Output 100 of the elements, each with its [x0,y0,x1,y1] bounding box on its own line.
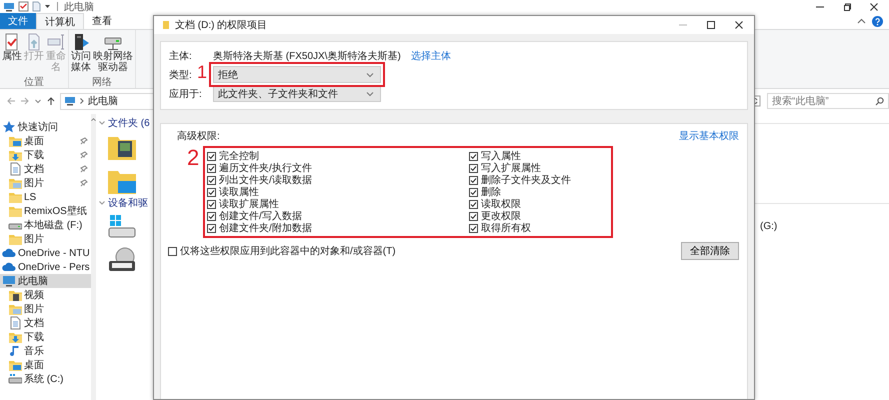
chevron-up-icon[interactable] [857,17,866,25]
checkbox-label: 创建文件/写入数据 [219,210,302,222]
ribbon-tab[interactable]: 文件 [0,13,36,29]
restore-icon[interactable] [842,2,852,12]
help-icon[interactable] [872,16,883,26]
field-label: 类型: [169,68,192,82]
select-principal-link[interactable]: 选择主体 [410,48,451,62]
checkbox[interactable] [469,188,478,196]
video-folder-icon [8,288,22,302]
checkbox[interactable] [469,152,478,160]
checkbox-label: 完全控制 [219,150,259,162]
star-icon [2,120,16,134]
chevron-down-icon[interactable] [98,119,106,127]
sidebar-item[interactable]: 音乐 [0,344,91,358]
show-basic-link[interactable]: 显示基本权限 [679,129,739,143]
computer-icon [3,2,15,12]
ribbon-button[interactable]: 访问媒体 [70,30,92,75]
scrollbar[interactable] [91,114,96,400]
folder-icon [162,20,170,30]
sidebar-item[interactable]: OneDrive - Pers [0,260,91,274]
ribbon-tab[interactable]: 查看 [84,13,120,29]
search-field[interactable]: 搜索“此电脑” [767,93,889,109]
rename-icon [47,33,65,51]
sidebar-item[interactable]: 本地磁盘 (F:) [0,218,91,232]
field-label: 应用于: [169,88,202,100]
checkmark-document-icon[interactable] [18,1,29,12]
sidebar-item[interactable]: OneDrive - NTU [0,246,91,260]
sidebar-item[interactable]: 图片 [0,232,91,246]
section-label: 高级权限: [177,130,220,143]
maximize-icon[interactable] [706,20,716,30]
group-header[interactable]: 设备和驱 [108,196,148,210]
group-label: 网络 [91,76,113,88]
checkbox[interactable] [469,200,478,208]
pin-icon[interactable] [80,151,88,159]
sidebar-item[interactable]: 图片 [0,176,91,190]
checkbox-label: 读取属性 [219,186,259,198]
chevron-down-icon[interactable] [98,199,106,207]
clear-all-button[interactable]: 全部清除 [681,242,739,260]
chevron-up-icon[interactable] [91,117,96,122]
pin-icon[interactable] [80,137,88,145]
sidebar-item[interactable]: RemixOS壁纸 [0,204,91,218]
checkbox-label: 取得所有权 [481,222,531,235]
ribbon-button[interactable]: 属性 [1,30,23,75]
group-label: 位置 [23,76,45,88]
dialog-title: 文档 (D:) 的权限项目 [175,18,268,32]
group-header[interactable]: 文件夹 (6 [108,116,150,130]
checkbox-label: 写入扩展属性 [481,162,541,174]
checkbox[interactable] [469,164,478,172]
sidebar-item[interactable]: 下载 [0,330,91,344]
sidebar-item[interactable]: 快速访问 [0,120,91,134]
sidebar-item[interactable]: 此电脑 [0,274,91,288]
close-icon[interactable] [734,20,744,30]
checkbox[interactable] [207,212,216,220]
document-icon [8,162,22,176]
download-folder-icon [8,148,22,162]
checkbox[interactable] [207,200,216,208]
checkbox[interactable] [207,188,216,196]
checkbox-label: 创建文件夹/附加数据 [219,222,312,235]
sidebar-item[interactable]: 下载 [0,148,91,162]
folder-icon [8,190,22,204]
folder-icon [8,232,22,246]
up-arrow-icon[interactable] [46,96,56,106]
sidebar-item[interactable]: 视频 [0,288,91,302]
checkbox[interactable] [207,164,216,172]
desktop-folder-icon [8,134,22,148]
chevron-down-icon [366,72,374,78]
picture-folder-icon [8,302,22,316]
checkbox-label: 遍历文件夹/执行文件 [219,162,312,174]
document-icon [8,316,22,330]
checkbox-label: 写入属性 [481,150,521,162]
sidebar-item[interactable]: 系统 (C:) [0,372,91,386]
checkbox-label: 删除 [481,186,501,198]
checkbox-label: 仅将这些权限应用到此容器中的对象和/或容器(T) [180,244,396,258]
checkbox-label: 读取扩展属性 [219,198,279,210]
dropdown[interactable]: 拒绝 [213,66,381,83]
checkbox[interactable] [469,176,478,184]
sidebar-item[interactable]: 桌面 [0,358,91,372]
system-drive-icon [8,372,22,386]
sidebar-item[interactable]: 桌面 [0,134,91,148]
sidebar-item[interactable]: 图片 [0,302,91,316]
sidebar-item[interactable]: LS [0,190,91,204]
sidebar-item[interactable]: 文档 [0,316,91,330]
pin-icon[interactable] [80,165,88,173]
ribbon-button[interactable]: 映射网络驱动器 [92,30,134,75]
principal-name: 奥斯特洛夫斯基 (FX50JX\奥斯特洛夫斯基) [213,50,401,62]
checkbox[interactable] [207,152,216,160]
window-title: 此电脑 [64,0,94,14]
checkbox[interactable] [469,224,478,232]
caret-icon[interactable] [44,3,51,10]
drive-label[interactable]: (G:) [760,220,778,232]
search-icon[interactable] [875,97,884,106]
pin-icon[interactable] [80,179,88,187]
checkbox[interactable] [168,246,177,256]
close-icon[interactable] [869,2,879,12]
sidebar-item[interactable]: 文档 [0,162,91,176]
ribbon-tab[interactable]: 计算机 [36,13,84,29]
checkbox[interactable] [207,224,216,232]
download-folder-icon [8,330,22,344]
checkbox[interactable] [207,176,216,184]
checkbox[interactable] [469,212,478,220]
